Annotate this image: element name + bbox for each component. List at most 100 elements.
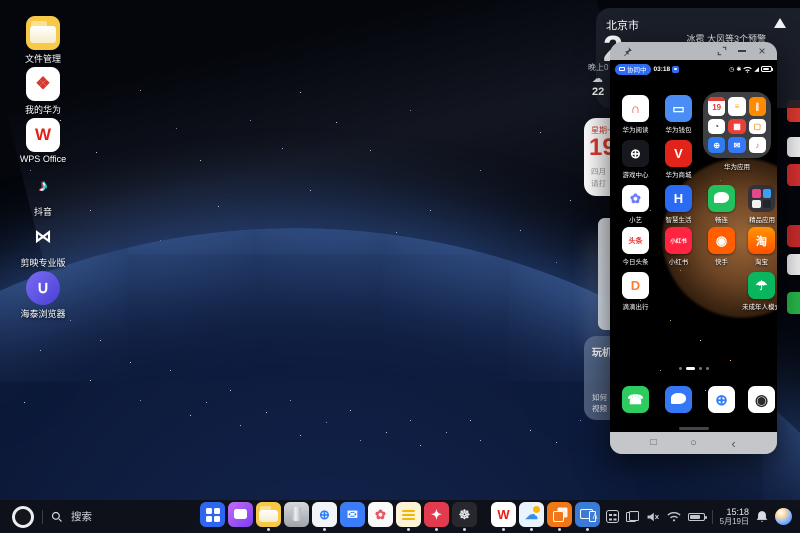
edge-icon-sliver-1 [787, 137, 800, 157]
kuaishou-icon: ◉ [708, 227, 735, 254]
assistant-sphere-icon[interactable] [775, 508, 792, 525]
phone-window-titlebar[interactable]: × [610, 42, 777, 60]
phone-app-meetime[interactable]: 畅连 [708, 185, 735, 224]
folder-mini-themes: ▦ [728, 119, 745, 135]
folder-mini-email: ✉ [728, 137, 745, 153]
status-capsule-icon [672, 66, 679, 73]
collaboration-badge[interactable]: 协同中 [615, 64, 651, 75]
settings-compass-icon: ☸ [452, 502, 477, 527]
phone-app-label: 小艺 [629, 214, 642, 224]
running-indicator-dot [463, 528, 466, 531]
battery-tray-icon[interactable] [688, 513, 705, 521]
home-indicator[interactable] [679, 427, 709, 430]
phone-app-huawei-reader[interactable]: ∩华为阅读 [622, 95, 649, 134]
taskbar-icon-weather-app[interactable]: ☁ [519, 502, 544, 531]
search-icon[interactable] [51, 511, 63, 523]
taskbar-icon-settings-compass[interactable]: ☸ [452, 502, 477, 531]
themes-icon [228, 502, 253, 527]
input-method-icon[interactable] [606, 510, 619, 523]
taskbar-icon-recycle-bin[interactable] [284, 502, 309, 527]
taskbar-icon-multi-window[interactable] [547, 502, 572, 531]
desktop-icon-my-huawei[interactable]: ❖我的华为 [12, 67, 74, 118]
page-dot-active [686, 367, 695, 370]
toutiao-icon: 头条 [622, 227, 649, 254]
alarm-icon: ◷ [729, 66, 734, 73]
browser-icon: ⊕ [708, 386, 735, 413]
taskbar-icon-gallery[interactable]: ✿ [368, 502, 393, 527]
phone-app-ai-life[interactable]: H智慧生活 [665, 185, 692, 224]
desktop-icon-wps-office[interactable]: WWPS Office [12, 118, 74, 169]
phone-app-toutiao[interactable]: 头条今日头条 [622, 227, 649, 266]
phone-app-taobao[interactable]: 淘淘宝 [748, 227, 775, 266]
launcher-button[interactable] [12, 506, 34, 528]
desktop-icon-haitai-browser[interactable]: ∪海泰浏览器 [12, 271, 74, 322]
desktop-icon-list: 文件管理 ❖我的华为WWPS Office♪抖音⋈ 剪映专业版 ∪海泰浏览器 [12, 16, 74, 322]
home-button[interactable]: ○ [687, 438, 701, 449]
taskbar-icon-wps[interactable]: W [491, 502, 516, 531]
phone-app-label: 快手 [715, 256, 728, 266]
small-folder-featured-apps[interactable] [748, 185, 775, 212]
phone-app-kuaishou[interactable]: ◉ 快手 [708, 227, 735, 266]
search-label[interactable]: 搜索 [71, 509, 92, 524]
close-button[interactable]: × [755, 44, 769, 58]
wifi-icon [743, 66, 752, 73]
notification-bell-icon[interactable] [756, 510, 768, 523]
phone-dock-browser[interactable]: ⊕ [708, 386, 735, 413]
huawei-store-icon: V [665, 140, 692, 167]
phone-app-xiaohongshu[interactable]: 小红书小红书 [665, 227, 692, 266]
xiaohongshu-icon: 小红书 [665, 227, 692, 254]
phone-app-game-center[interactable]: ⊕游戏中心 [622, 140, 649, 179]
phone-mirror-window[interactable]: × 协同中 03:18 ◷ ✱ ◢ ∩华为阅读▭华为钱包⊕游戏中心V [610, 42, 777, 454]
volume-muted-icon[interactable] [646, 511, 660, 523]
folder-mini-notepad: ≡ [728, 97, 745, 116]
phone-app-huawei-wallet[interactable]: ▭华为钱包 [665, 95, 692, 134]
taskbar-icon-notes[interactable] [396, 502, 421, 531]
small-folder-label: 精品应用 [738, 214, 777, 224]
desktop-icon-label: 剪映专业版 [20, 256, 65, 269]
system-tray: ∧ 15:18 5月19日 [591, 500, 792, 533]
running-indicator-dot [502, 528, 505, 531]
phone-app-huawei-store[interactable]: V华为商城 [665, 140, 692, 179]
desktop-icon-label: 我的华为 [25, 103, 61, 116]
page-dot-dim [706, 367, 709, 370]
taskbar-icon-themes[interactable] [228, 502, 253, 527]
resize-icon[interactable] [715, 44, 729, 58]
phone-app-label: 游戏中心 [623, 169, 649, 179]
cloud-icon: ☁ [592, 72, 603, 85]
taskbar-icon-app-market[interactable] [200, 502, 225, 527]
page-dot-dim [679, 367, 682, 370]
taskbar-divider [42, 510, 43, 524]
wifi-tray-icon[interactable] [667, 511, 681, 522]
phone-screen[interactable]: 协同中 03:18 ◷ ✱ ◢ ∩华为阅读▭华为钱包⊕游戏中心V华为商城✿小艺H… [610, 60, 777, 432]
battery-icon [761, 66, 772, 72]
big-folder-huawei-apps[interactable]: 19≡∥◔▦▢⊕✉♪ [703, 92, 771, 158]
tray-expand-icon[interactable]: ∧ [591, 511, 598, 522]
notes-icon [396, 502, 421, 527]
phone-app-minor-mode[interactable]: ☂未成年人模式 [748, 272, 775, 311]
desktop-icon-douyin[interactable]: ♪抖音 [12, 169, 74, 220]
phone-app-celia[interactable]: ✿小艺 [622, 185, 649, 224]
pin-icon[interactable] [620, 44, 634, 58]
jianying-pro-icon: ⋈ [26, 220, 60, 254]
email-icon: ✉ [340, 502, 365, 527]
phone-dock-camera[interactable]: ◉ [748, 386, 775, 413]
phone-app-label: 未成年人模式 [742, 301, 777, 311]
running-indicator-dot [435, 528, 438, 531]
desktop-icon-label: 文件管理 [25, 52, 61, 65]
taskbar-icon-files[interactable] [256, 502, 281, 531]
phone-app-label: 畅连 [715, 214, 728, 224]
taskbar-icon-member-center[interactable]: ✦ [424, 502, 449, 531]
taskbar-icon-email[interactable]: ✉ [340, 502, 365, 527]
taskbar-icon-browser[interactable]: ⊕ [312, 502, 337, 531]
minimize-button[interactable] [735, 44, 749, 58]
multiscreen-tray-icon[interactable] [626, 511, 639, 522]
desktop-icon-file-manager[interactable]: 文件管理 [12, 16, 74, 67]
desktop-icon-jianying-pro[interactable]: ⋈ 剪映专业版 [12, 220, 74, 271]
taskbar-clock[interactable]: 15:18 5月19日 [720, 507, 749, 527]
phone-dock-dialer[interactable]: ☎ [622, 386, 649, 413]
phone-app-didi[interactable]: D滴滴出行 [622, 272, 649, 311]
back-button[interactable]: ‹ [727, 437, 741, 450]
recents-button[interactable]: □ [647, 438, 661, 448]
small-folder-mini-0 [752, 189, 761, 198]
phone-dock-messages[interactable] [665, 386, 692, 413]
